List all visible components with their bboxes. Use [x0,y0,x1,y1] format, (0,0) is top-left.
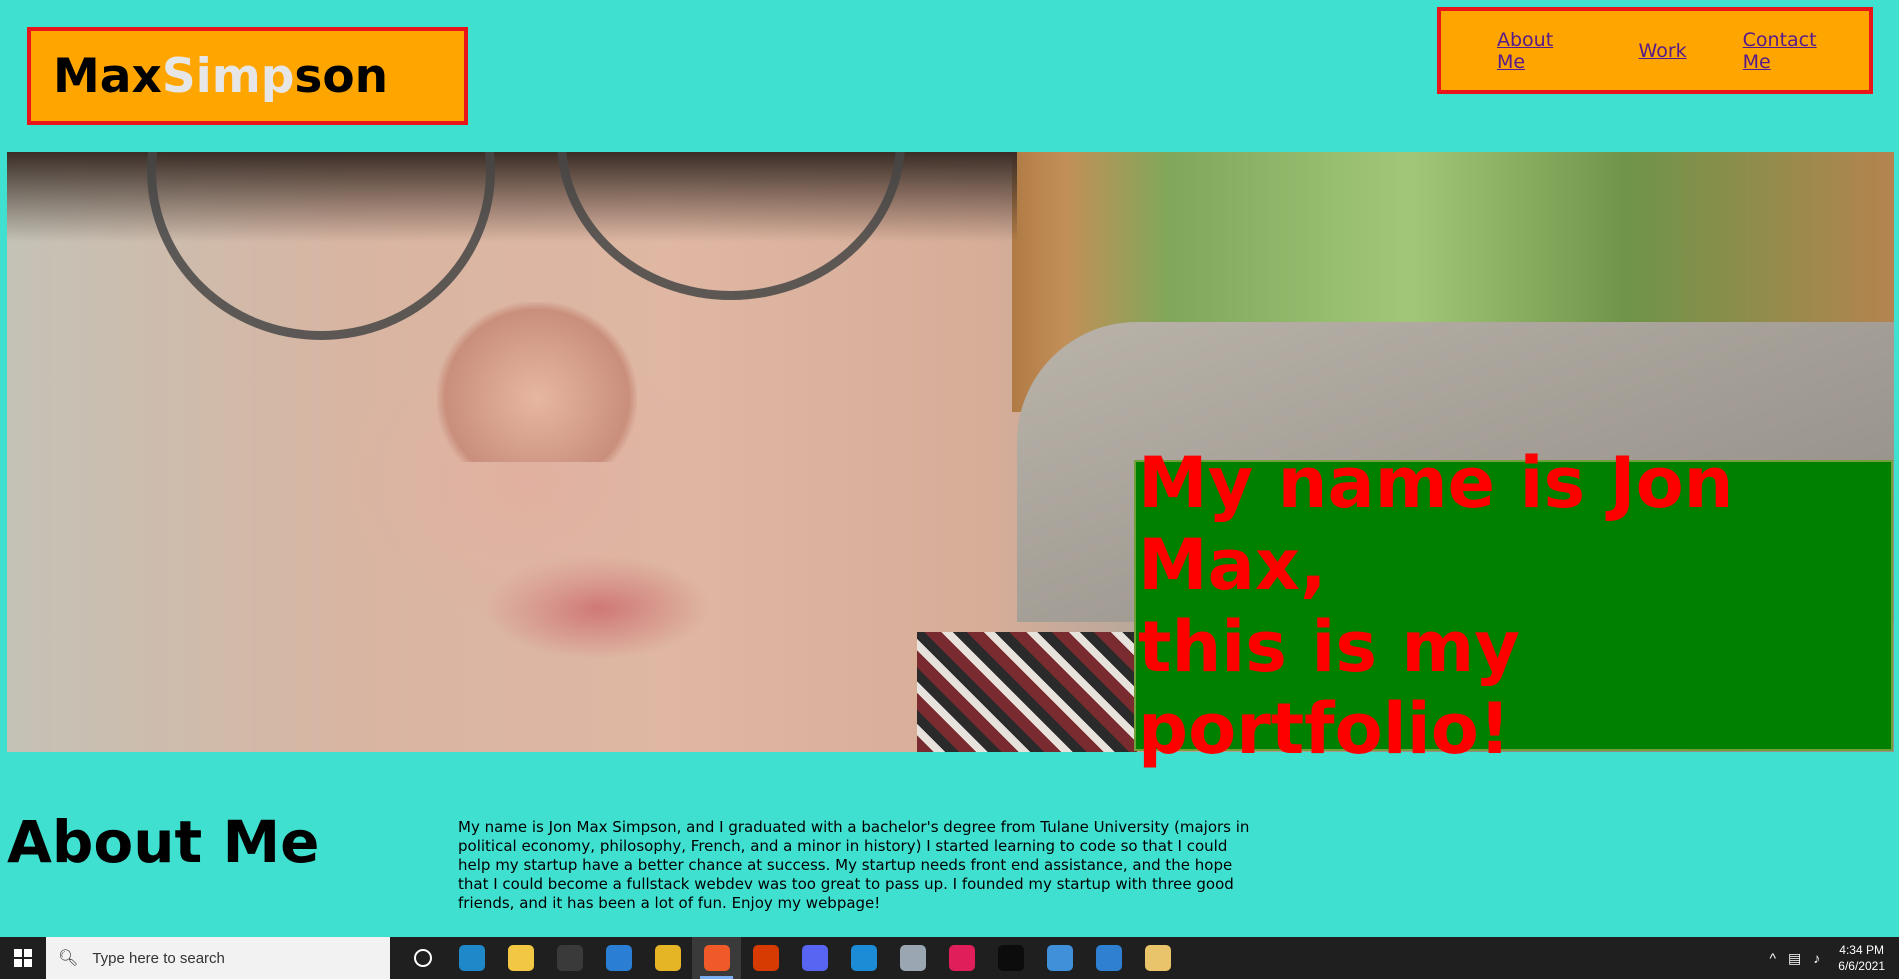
vscode-icon[interactable] [839,937,888,979]
nav-link-work[interactable]: Work [1639,40,1687,62]
system-tray: ^ ▤ ♪ 4:34 PM 6/6/2021 [1757,937,1899,979]
taskbar-clock[interactable]: 4:34 PM 6/6/2021 [1838,942,1885,974]
network-icon[interactable]: ▤ [1788,950,1801,967]
about-heading: About Me [7,808,320,876]
terminal-icon[interactable] [986,937,1035,979]
paint-icon[interactable] [1133,937,1182,979]
git-icon-glyph [1046,945,1073,971]
pictures-icon-glyph [899,945,926,971]
windows-start-icon[interactable] [0,937,46,979]
clock-date: 6/6/2021 [1838,959,1885,973]
edge-icon-glyph [458,945,485,971]
search-icon: 🔍︎ [58,950,79,967]
terminal-icon-glyph [997,945,1024,971]
office-icon-glyph [752,945,779,971]
hero-photo-nose [437,302,637,462]
hero-photo-glasses-right [557,152,905,300]
photos-icon-glyph [1095,945,1122,971]
file-explorer-icon[interactable] [496,937,545,979]
site-logo: Max Simp son [27,27,468,125]
windows-taskbar: 🔍︎ Type here to search ^ ▤ ♪ 4:34 PM 6/6… [0,937,1899,979]
mail-icon[interactable] [594,937,643,979]
chrome-icon[interactable] [643,937,692,979]
tray-chevron-up-icon[interactable]: ^ [1769,950,1776,966]
search-placeholder: Type here to search [92,949,225,967]
discord-icon[interactable] [790,937,839,979]
store-icon-glyph [556,945,583,971]
nav-link-about[interactable]: About Me [1497,29,1583,73]
edge-icon[interactable] [447,937,496,979]
discord-icon-glyph [801,945,828,971]
photos-icon[interactable] [1084,937,1133,979]
hero-photo-shirt [917,632,1137,752]
brave-icon-glyph [703,945,730,971]
cortana-icon-glyph [413,949,432,967]
logo-text-1: Max [53,48,162,104]
file-explorer-icon-glyph [507,945,534,971]
hero-heading: My name is Jon Max, this is my portfolio… [1136,442,1891,770]
paint-icon-glyph [1144,945,1171,971]
taskbar-search-box[interactable]: 🔍︎ Type here to search [46,937,390,979]
taskbar-apps [398,937,1182,979]
hero-callout: My name is Jon Max, this is my portfolio… [1134,442,1893,770]
office-icon[interactable] [741,937,790,979]
about-paragraph: My name is Jon Max Simpson, and I gradua… [458,818,1250,912]
main-nav: About Me Work Contact Me [1437,7,1873,94]
cortana-icon[interactable] [398,937,447,979]
logo-text-2: Simp [161,48,295,104]
windows-logo-icon [14,949,32,967]
slack-icon-glyph [948,945,975,971]
git-icon[interactable] [1035,937,1084,979]
slack-icon[interactable] [937,937,986,979]
logo-text-3: son [294,48,389,104]
brave-icon[interactable] [692,937,741,979]
clock-time: 4:34 PM [1839,943,1884,957]
vscode-icon-glyph [850,945,877,971]
mail-icon-glyph [605,945,632,971]
volume-icon[interactable]: ♪ [1813,950,1820,966]
hero-line-2: this is my portfolio! [1138,605,1520,770]
pictures-icon[interactable] [888,937,937,979]
hero-line-1: My name is Jon Max, [1138,441,1734,606]
chrome-icon-glyph [654,945,681,971]
store-icon[interactable] [545,937,594,979]
nav-link-contact[interactable]: Contact Me [1743,29,1845,73]
